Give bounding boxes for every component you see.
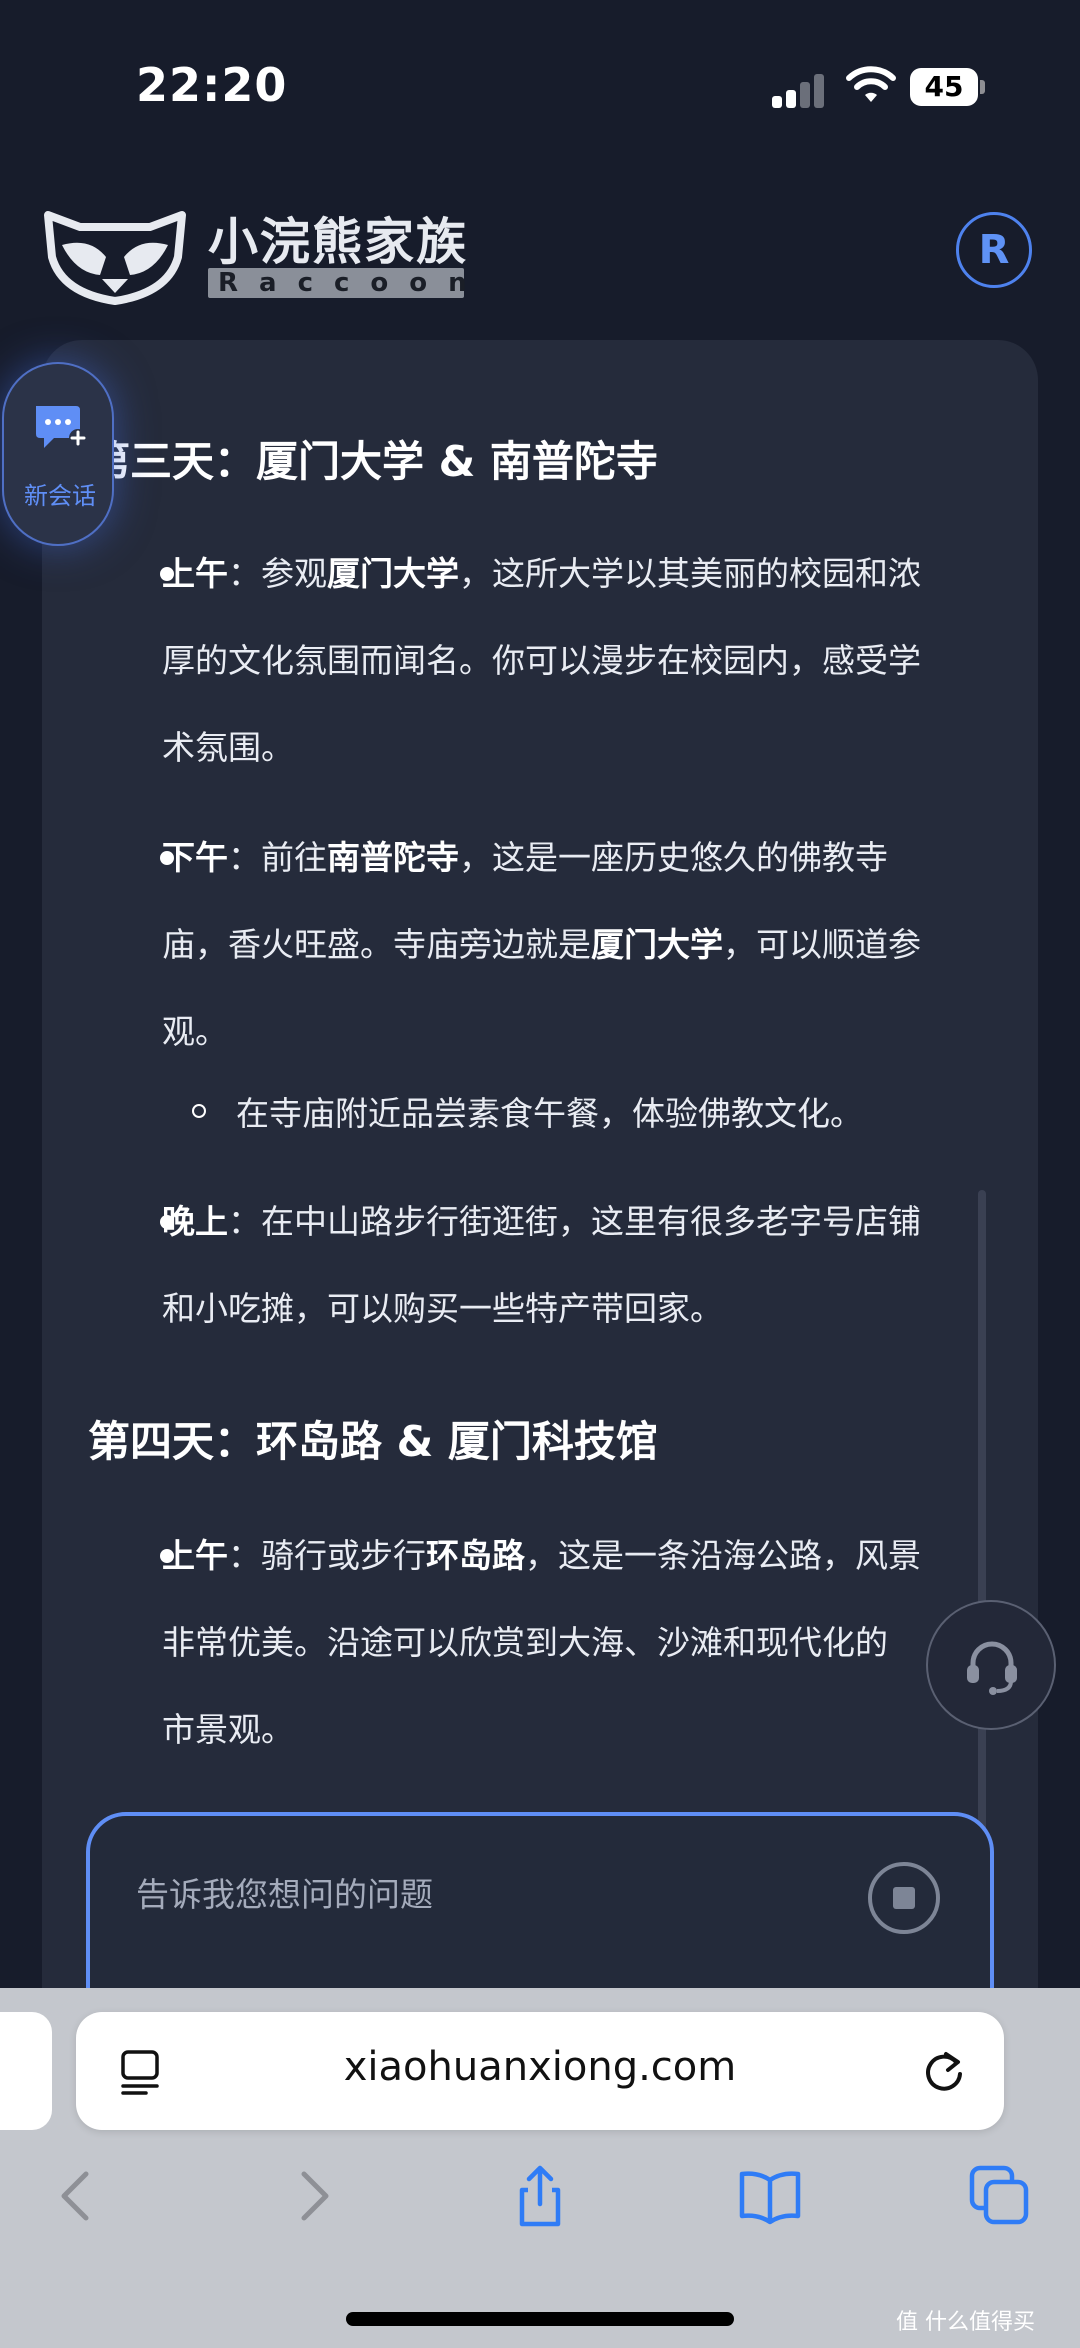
day3-evening-line1: 晚上：在中山路步行街逛街，这里有很多老字号店铺 xyxy=(162,1202,921,1241)
brand-name: 小浣熊家族 xyxy=(208,213,468,271)
watermark: 值 什么值得买 xyxy=(896,2310,1035,2335)
new-chat-button[interactable]: 新会话 xyxy=(2,362,114,546)
day4-morning-line3: 市景观。 xyxy=(162,1710,294,1749)
address-bar[interactable]: xiaohuanxiong.com xyxy=(76,2012,1004,2130)
day4-morning-line2: 非常优美。沿途可以欣赏到大海、沙滩和现代化的 xyxy=(162,1623,888,1662)
support-button[interactable] xyxy=(926,1600,1056,1730)
reload-icon[interactable] xyxy=(922,2050,966,2094)
question-input-placeholder: 告诉我您想问的问题 xyxy=(136,1875,433,1914)
chat-scrollbar[interactable] xyxy=(978,1190,986,1910)
day4-morning-line1: 上午：骑行或步行环岛路，这是一条沿海公路，风景 xyxy=(162,1536,921,1575)
stop-generating-button[interactable] xyxy=(868,1862,940,1934)
day4-heading: 第四天：环岛路 & 厦门科技馆 xyxy=(88,1417,658,1466)
battery-indicator: 45 xyxy=(910,68,978,106)
previous-tab-peek[interactable] xyxy=(0,2012,52,2130)
cellular-signal-icon xyxy=(772,72,828,108)
new-chat-label: 新会话 xyxy=(24,482,96,510)
day3-afternoon-subitem: 在寺庙附近品尝素食午餐，体验佛教文化。 xyxy=(236,1094,863,1133)
day3-morning-line1: 上午：参观厦门大学，这所大学以其美丽的校园和浓 xyxy=(162,554,921,593)
raccoon-logo-icon xyxy=(44,211,186,305)
headset-icon xyxy=(967,1641,1017,1695)
day3-evening-line2: 和小吃摊，可以购买一些特产带回家。 xyxy=(162,1289,723,1328)
new-chat-icon xyxy=(36,406,87,448)
forward-icon[interactable] xyxy=(280,2164,344,2228)
battery-tip xyxy=(980,80,985,94)
sub-list-bullet xyxy=(192,1104,206,1118)
tabs-icon[interactable] xyxy=(968,2164,1032,2228)
bookmarks-icon[interactable] xyxy=(738,2164,802,2228)
day3-afternoon-line1: 下午：前往南普陀寺，这是一座历史悠久的佛教寺 xyxy=(162,838,888,877)
day3-afternoon-line2: 庙，香火旺盛。寺庙旁边就是厦门大学，可以顺道参 xyxy=(162,925,921,964)
back-icon[interactable] xyxy=(46,2164,110,2228)
wifi-icon xyxy=(846,66,896,102)
day3-heading: 第三天：厦门大学 & 南普陀寺 xyxy=(88,437,658,486)
home-indicator[interactable] xyxy=(346,2312,734,2326)
stop-icon xyxy=(893,1887,915,1909)
status-time: 22:20 xyxy=(136,58,288,112)
share-icon[interactable] xyxy=(508,2164,572,2228)
day3-afternoon-line3: 观。 xyxy=(162,1012,228,1051)
day3-morning-line2: 厚的文化氛围而闻名。你可以漫步在校园内，感受学 xyxy=(162,641,921,680)
chat-message-card: 第三天：厦门大学 & 南普陀寺 上午：参观厦门大学，这所大学以其美丽的校园和浓 … xyxy=(42,340,1038,2040)
user-avatar[interactable]: R xyxy=(956,212,1032,288)
url-text: xiaohuanxiong.com xyxy=(343,2044,737,2090)
brand-subtitle: Raccoon xyxy=(208,268,467,298)
day3-morning-line3: 术氛围。 xyxy=(162,728,294,767)
